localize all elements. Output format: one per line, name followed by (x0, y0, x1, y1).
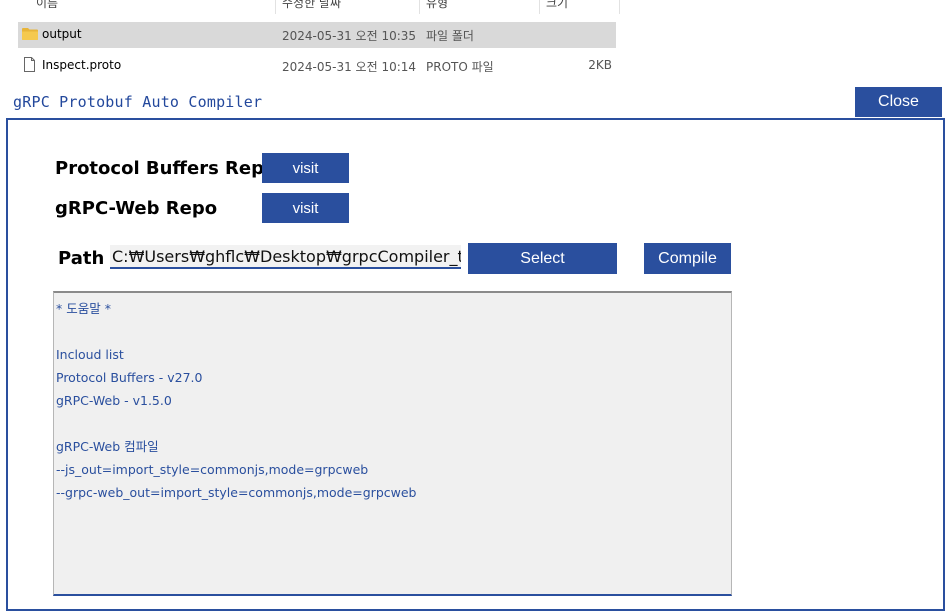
folder-icon (22, 28, 38, 40)
help-line (56, 412, 729, 435)
help-line: Incloud list (56, 347, 124, 362)
file-type: PROTO 파일 (426, 60, 494, 74)
column-header-size[interactable]: 크기 (546, 0, 568, 11)
help-text-area[interactable]: * 도움말 * Incloud list Protocol Buffers - … (53, 291, 732, 596)
compiler-panel: Protocol Buffers Repo visit gRPC-Web Rep… (6, 118, 945, 611)
document-icon (24, 57, 35, 72)
file-name: output (42, 27, 82, 41)
column-header-date[interactable]: 수정한 날짜 (282, 0, 341, 11)
path-label: Path (58, 248, 105, 269)
file-size: 2KB (588, 58, 612, 72)
help-line (56, 320, 729, 343)
app-title: gRPC Protobuf Auto Compiler (13, 93, 263, 111)
compile-button[interactable]: Compile (644, 243, 731, 274)
column-divider[interactable] (619, 0, 620, 14)
help-line: gRPC-Web - v1.5.0 (56, 393, 172, 408)
help-line: --grpc-web_out=import_style=commonjs,mod… (56, 485, 417, 500)
column-divider[interactable] (539, 0, 540, 14)
help-line: Protocol Buffers - v27.0 (56, 370, 203, 385)
path-input[interactable] (110, 245, 461, 269)
select-button[interactable]: Select (468, 243, 617, 274)
grpc-web-visit-button[interactable]: visit (262, 193, 349, 223)
close-button[interactable]: Close (855, 87, 942, 117)
file-date: 2024-05-31 오전 10:35 (282, 29, 417, 43)
protocol-buffers-repo-label: Protocol Buffers Repo (55, 158, 277, 179)
file-row-output[interactable]: output 2024-05-31 오전 10:35 파일 폴더 (18, 22, 616, 48)
help-line: * 도움말 * (56, 301, 111, 316)
grpc-web-repo-label: gRPC-Web Repo (55, 198, 218, 219)
help-line: gRPC-Web 컴파일 (56, 439, 159, 454)
column-header-type[interactable]: 유형 (426, 0, 448, 11)
file-type: 파일 폴더 (426, 29, 474, 43)
file-explorer-list: 이름 수정한 날짜 유형 크기 output 2024-05-31 오전 10:… (0, 0, 620, 80)
column-divider[interactable] (275, 0, 276, 14)
file-date: 2024-05-31 오전 10:14 (282, 60, 417, 74)
help-line: --js_out=import_style=commonjs,mode=grpc… (56, 462, 369, 477)
file-name: Inspect.proto (42, 58, 122, 72)
protocol-buffers-visit-button[interactable]: visit (262, 153, 349, 183)
file-row-inspect-proto[interactable]: Inspect.proto 2024-05-31 오전 10:14 PROTO … (18, 53, 616, 79)
column-divider[interactable] (419, 0, 420, 14)
column-header-name[interactable]: 이름 (36, 0, 58, 11)
